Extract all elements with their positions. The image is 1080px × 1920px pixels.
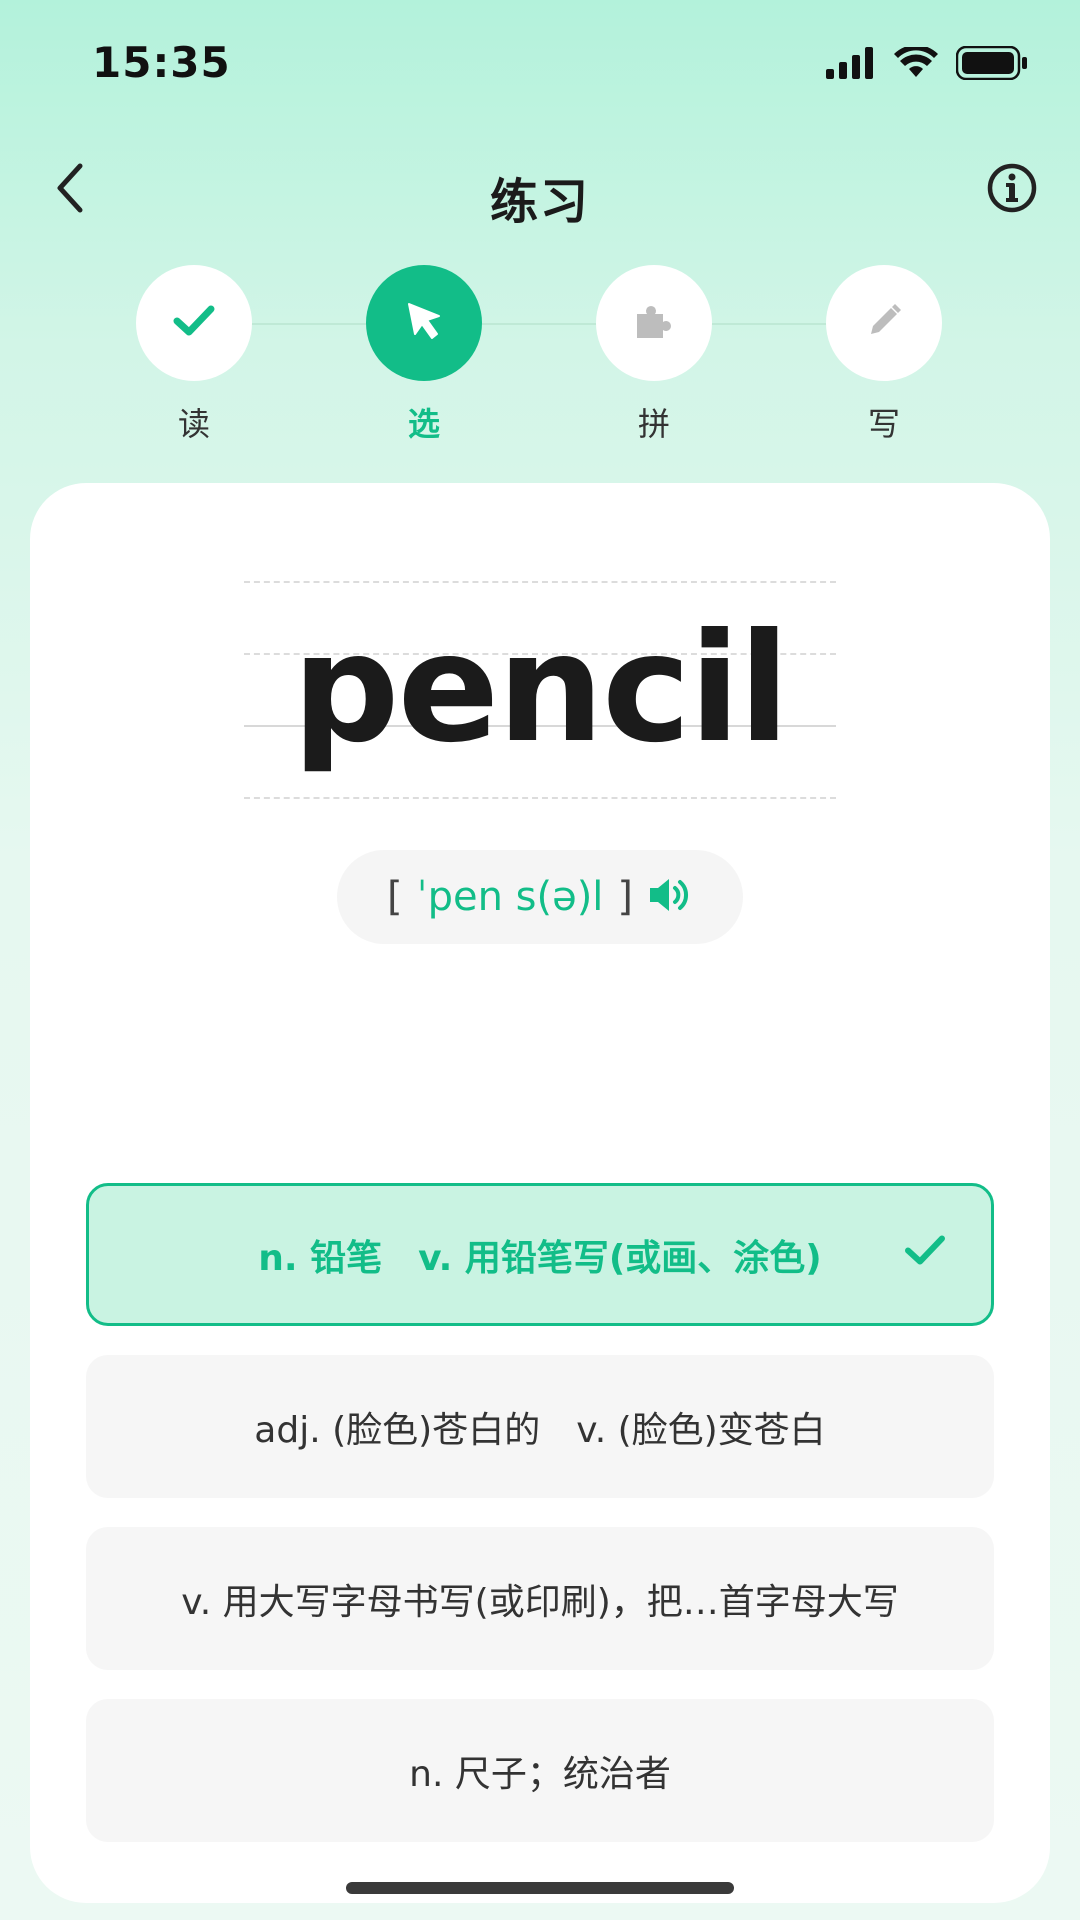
status-bar: 15:35 [0,0,1080,130]
home-indicator[interactable] [346,1882,734,1894]
battery-icon [955,45,1028,84]
option-text: v. 用大写字母书写(或印刷)，把…首字母大写 [181,1581,899,1623]
status-time: 15:35 [92,38,231,87]
step-circle [596,265,712,381]
option-text: adj. (脸色)苍白的 v. (脸色)变苍白 [254,1409,826,1451]
step-label: 拼 [637,405,670,443]
info-icon [986,162,1038,218]
info-button[interactable] [982,160,1042,220]
puzzle-icon [633,300,675,346]
step-read[interactable]: 读 [136,265,252,445]
step-circle [826,265,942,381]
pencil-icon [863,300,905,346]
step-label: 写 [867,405,900,443]
option-text: n. 尺子；统治者 [409,1753,671,1795]
guide-line [244,797,836,799]
phonetic-close: ] [617,874,634,920]
answer-option[interactable]: n. 尺子；统治者 [86,1699,994,1842]
signal-icon [826,47,876,83]
step-select[interactable]: 选 [366,265,482,445]
step-spell[interactable]: 拼 [596,265,712,445]
step-label: 读 [177,405,210,443]
practice-steps: 读 选 拼 写 [0,265,1080,445]
word-writing-area: pencil [244,581,836,801]
answer-options: n. 铅笔 v. 用铅笔写(或画、涂色) adj. (脸色)苍白的 v. (脸色… [86,1183,994,1871]
step-connector [482,323,596,325]
cursor-icon [401,298,447,348]
answer-option[interactable]: v. 用大写字母书写(或印刷)，把…首字母大写 [86,1527,994,1670]
wifi-icon [894,44,938,83]
page-title: 练习 [489,174,590,230]
pronunciation-button[interactable]: [ ˈpen s(ə)l ] [337,850,743,944]
status-icons [826,44,1028,84]
phonetic-text: ˈpen s(ə)l [416,874,604,920]
option-text: n. 铅笔 v. 用铅笔写(或画、涂色) [258,1237,822,1279]
phonetic-open: [ [386,874,403,920]
guide-line [244,581,836,583]
step-connector [252,323,366,325]
step-write[interactable]: 写 [826,265,942,445]
vocabulary-word: pencil [292,602,790,776]
speaker-icon [647,875,693,919]
step-circle [136,265,252,381]
check-icon [903,1233,947,1276]
question-card: pencil [ ˈpen s(ə)l ] n. 铅笔 v. 用铅笔写(或画、涂… [30,483,1050,1903]
step-connector [712,323,826,325]
answer-option[interactable]: n. 铅笔 v. 用铅笔写(或画、涂色) [86,1183,994,1326]
answer-option[interactable]: adj. (脸色)苍白的 v. (脸色)变苍白 [86,1355,994,1498]
check-icon [172,303,216,343]
step-circle [366,265,482,381]
nav-bar: 练习 [0,150,1080,230]
step-label: 选 [407,405,440,443]
